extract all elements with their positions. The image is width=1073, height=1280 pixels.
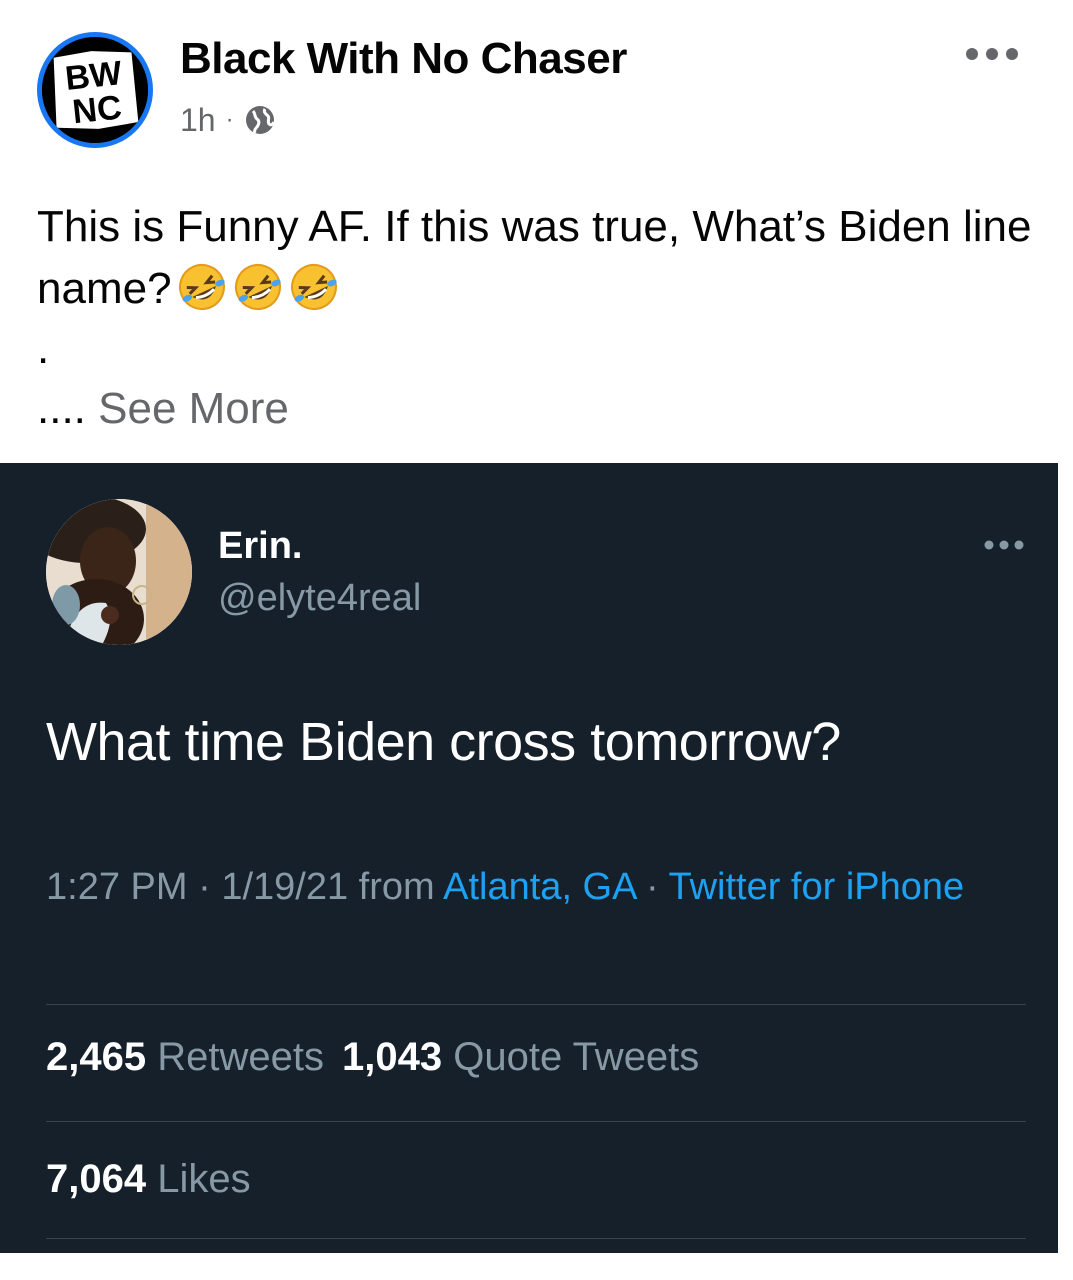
rolling-on-floor-laughing-icon <box>234 264 281 310</box>
post-dot-line: . <box>37 324 50 373</box>
source-link[interactable]: Twitter for iPhone <box>668 866 964 908</box>
post-meta: 1h · <box>180 100 276 140</box>
rolling-on-floor-laughing-icon <box>178 264 225 310</box>
divider <box>46 1004 1026 1005</box>
retweets-stat[interactable]: 2,465 Retweets <box>46 1035 324 1079</box>
post-text: This is Funny AF. If this was true, What… <box>37 196 1047 320</box>
tweet-date[interactable]: 1/19/21 <box>221 866 348 908</box>
retweets-count: 2,465 <box>46 1035 147 1079</box>
more-options-icon[interactable] <box>962 44 1022 64</box>
divider <box>46 1238 1026 1239</box>
avatar[interactable] <box>46 499 192 645</box>
divider <box>46 1121 1026 1122</box>
globe-icon <box>245 106 275 134</box>
avatar-photo <box>46 499 192 645</box>
display-name[interactable]: Erin. <box>218 525 302 568</box>
tweet-screenshot: Erin. @elyte4real What time Biden cross … <box>0 463 1058 1253</box>
quote-tweets-stat[interactable]: 1,043 Quote Tweets <box>342 1035 699 1079</box>
meta-separator: · <box>225 106 234 133</box>
tweet-text: What time Biden cross tomorrow? <box>46 712 841 772</box>
svg-text:NC: NC <box>71 88 124 131</box>
likes-count: 7,064 <box>46 1157 147 1201</box>
quote-tweets-count: 1,043 <box>341 1035 443 1079</box>
retweets-label: Retweets <box>157 1035 324 1079</box>
tweet-time[interactable]: 1:27 PM <box>46 866 188 908</box>
from-label: from <box>358 866 435 908</box>
likes-stat[interactable]: 7,064 Likes <box>46 1157 251 1202</box>
see-more-link[interactable]: .... See More <box>37 378 289 440</box>
rolling-on-floor-laughing-icon <box>290 264 337 310</box>
see-more-label[interactable]: See More <box>98 384 289 433</box>
more-options-icon[interactable] <box>982 538 1026 552</box>
meta-separator: · <box>645 866 659 908</box>
quote-tweets-label: Quote Tweets <box>453 1035 700 1079</box>
tweet-meta: 1:27 PM · 1/19/21 from Atlanta, GA · Twi… <box>46 859 1006 916</box>
meta-separator: · <box>198 866 211 908</box>
bwnc-logo: BW NC <box>42 37 148 143</box>
post-time[interactable]: 1h <box>180 102 216 139</box>
page-avatar[interactable]: BW NC <box>37 32 153 148</box>
tweet-stats: 2,465 Retweets 1,043 Quote Tweets <box>46 1035 699 1080</box>
facebook-post: BW NC Black With No Chaser 1h · This is … <box>0 0 1073 463</box>
see-more-prefix: .... <box>37 384 86 433</box>
location-link[interactable]: Atlanta, GA <box>443 866 635 908</box>
page-name[interactable]: Black With No Chaser <box>180 34 627 84</box>
user-handle[interactable]: @elyte4real <box>218 577 421 620</box>
likes-label: Likes <box>157 1157 251 1201</box>
